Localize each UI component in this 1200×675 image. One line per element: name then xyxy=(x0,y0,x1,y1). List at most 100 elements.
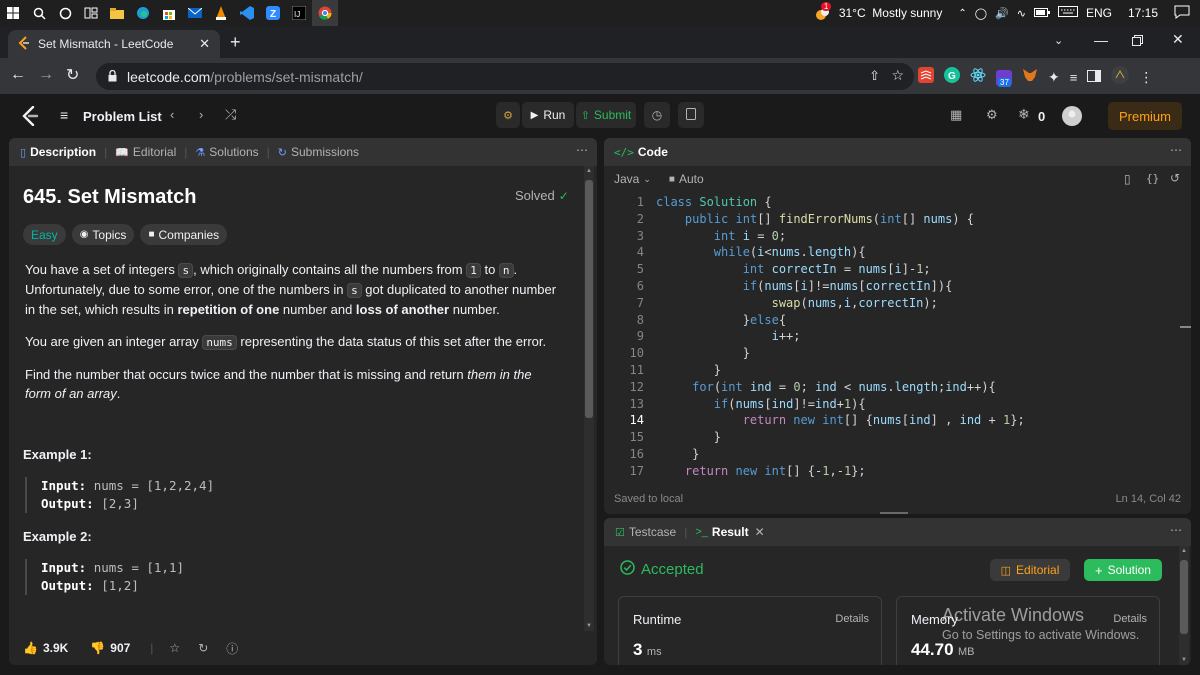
panel-more-icon[interactable]: ⋯ xyxy=(1170,523,1182,537)
vscode-icon[interactable] xyxy=(234,0,260,26)
problem-list-link[interactable]: Problem List xyxy=(83,109,162,124)
weather-text[interactable]: 31°C Mostly sunny xyxy=(839,6,943,20)
settings-gear-icon[interactable]: ⚙ xyxy=(986,107,998,123)
react-devtools-icon[interactable] xyxy=(970,67,986,88)
code-line[interactable]: return new int[] {-1,-1}; xyxy=(656,463,1176,480)
layout-icon[interactable]: ▦ xyxy=(950,107,962,123)
weather-icon[interactable]: 1 xyxy=(813,2,832,22)
file-explorer-icon[interactable] xyxy=(104,0,130,26)
user-avatar[interactable] xyxy=(1062,106,1082,131)
code-lines[interactable]: class Solution { public int[] findErrorN… xyxy=(656,194,1176,480)
notes-button[interactable] xyxy=(678,102,704,128)
chrome-menu-icon[interactable]: ⋮ xyxy=(1139,69,1153,86)
mail-icon[interactable] xyxy=(182,0,208,26)
panel-more-icon[interactable]: ⋯ xyxy=(1170,143,1182,157)
editor-scrollbar-marker[interactable] xyxy=(1180,326,1191,328)
cortana-icon[interactable] xyxy=(52,0,78,26)
todoist-extension-icon[interactable] xyxy=(918,67,934,88)
browser-tab[interactable]: Set Mismatch - LeetCode ✕ xyxy=(8,30,220,58)
lock-icon[interactable] xyxy=(108,69,117,85)
code-line[interactable]: class Solution { xyxy=(656,194,1176,211)
solution-button[interactable]: + Solution xyxy=(1084,559,1162,581)
chrome-icon[interactable] xyxy=(312,0,338,26)
code-line[interactable]: }else{ xyxy=(656,312,1176,329)
windows-start-icon[interactable] xyxy=(0,0,26,26)
next-problem-icon[interactable]: › xyxy=(199,107,203,122)
description-scrollbar[interactable]: ▲ ▼ xyxy=(584,166,594,631)
meet-now-icon[interactable]: ◯ xyxy=(975,7,987,20)
prev-problem-icon[interactable]: ‹ xyxy=(170,107,174,122)
panel-more-icon[interactable]: ⋯ xyxy=(576,143,588,157)
runtime-details-link[interactable]: Details xyxy=(835,613,869,625)
auto-save-toggle[interactable]: ■ Auto xyxy=(669,172,704,186)
code-line[interactable]: } xyxy=(656,429,1176,446)
intellij-icon[interactable]: IJ xyxy=(286,0,312,26)
share-icon[interactable]: ↻ xyxy=(198,641,208,655)
code-line[interactable]: } xyxy=(656,446,1176,463)
store-icon[interactable] xyxy=(156,0,182,26)
format-braces-icon[interactable]: {} xyxy=(1146,172,1159,185)
keyboard-icon[interactable] xyxy=(1057,6,1078,20)
edge-icon[interactable] xyxy=(130,0,156,26)
notification-icon[interactable] xyxy=(1174,5,1190,22)
scroll-down-arrow[interactable]: ▼ xyxy=(586,623,592,629)
timer-button[interactable]: ◷ xyxy=(644,102,670,128)
companies-chip[interactable]: ■ Companies xyxy=(140,224,228,245)
side-panel-icon[interactable] xyxy=(1087,69,1102,87)
vertical-resize-handle[interactable] xyxy=(880,512,908,514)
minimize-icon[interactable]: — xyxy=(1094,32,1108,48)
result-scrollbar[interactable]: ▲ ▼ xyxy=(1179,546,1189,665)
restore-icon[interactable] xyxy=(1132,33,1143,51)
close-tab-icon[interactable]: ✕ xyxy=(199,36,210,52)
leetcode-logo[interactable] xyxy=(21,105,39,131)
problem-list-icon[interactable]: ≡ xyxy=(60,107,68,123)
reset-code-icon[interactable]: ↺ xyxy=(1170,171,1180,185)
back-icon[interactable]: ← xyxy=(10,66,26,84)
code-line[interactable]: public int[] findErrorNums(int[] nums) { xyxy=(656,211,1176,228)
scrollbar-thumb[interactable] xyxy=(1180,560,1188,634)
wifi-icon[interactable]: ∿ xyxy=(1017,7,1026,20)
code-line[interactable]: } xyxy=(656,345,1176,362)
purple-extension-icon[interactable]: 37 xyxy=(996,69,1012,87)
language-indicator[interactable]: ENG xyxy=(1086,6,1112,20)
memory-card[interactable]: Memory Details 44.70 MB xyxy=(896,596,1160,665)
vlc-icon[interactable] xyxy=(208,0,234,26)
code-editor[interactable]: 1 2 3 4 5 6 7 8 9 10 11 12 13 14 15 16 17 class Solution… xyxy=(604,194,1191,484)
task-view-icon[interactable] xyxy=(78,0,104,26)
profile-avatar[interactable] xyxy=(1111,66,1130,89)
tab-editorial[interactable]: Editorial xyxy=(133,145,176,159)
volume-icon[interactable]: 🔊 xyxy=(995,7,1009,20)
editorial-button[interactable]: ◫ Editorial xyxy=(990,559,1070,581)
search-icon[interactable] xyxy=(26,0,52,26)
code-line[interactable]: if(nums[i]!=nums[correctIn]){ xyxy=(656,278,1176,295)
address-bar[interactable]: leetcode.com/problems/set-mismatch/ ⇧ ☆ xyxy=(96,63,914,90)
extensions-puzzle-icon[interactable]: ✦ xyxy=(1048,69,1060,86)
code-line[interactable]: while(i<nums.length){ xyxy=(656,244,1176,261)
favorite-star-icon[interactable]: ☆ xyxy=(169,641,180,655)
streak-fire-icon[interactable]: ❄ xyxy=(1018,106,1030,123)
dislike-count[interactable]: 907 xyxy=(110,641,130,655)
shuffle-icon[interactable]: ⤮ xyxy=(225,106,236,123)
code-line[interactable]: swap(nums,i,correctIn); xyxy=(656,295,1176,312)
tab-testcase[interactable]: Testcase xyxy=(629,525,676,539)
debug-button[interactable]: ⚙ xyxy=(496,102,520,128)
premium-button[interactable]: Premium xyxy=(1108,102,1182,130)
code-line[interactable]: } xyxy=(656,362,1176,379)
battery-icon[interactable] xyxy=(1033,6,1050,20)
tab-solutions[interactable]: Solutions xyxy=(209,145,258,159)
runtime-card[interactable]: Runtime Details 3 ms xyxy=(618,596,882,665)
bookmark-star-icon[interactable]: ☆ xyxy=(891,67,904,84)
code-line[interactable]: for(int ind = 0; ind < nums.length;ind++… xyxy=(656,379,1176,396)
like-icon[interactable]: 👍 xyxy=(23,641,38,655)
submit-button[interactable]: ⇧ Submit xyxy=(576,102,636,128)
scroll-up-arrow[interactable]: ▲ xyxy=(1181,548,1187,554)
tab-submissions[interactable]: Submissions xyxy=(291,145,359,159)
run-button[interactable]: ▶ Run xyxy=(522,102,574,128)
share-icon[interactable]: ⇧ xyxy=(869,68,880,84)
scroll-up-arrow[interactable]: ▲ xyxy=(586,168,592,174)
topics-chip[interactable]: ◉ Topics xyxy=(71,224,135,245)
code-line[interactable]: return new int[] {nums[ind] , ind + 1}; xyxy=(656,412,1176,429)
code-line[interactable]: int correctIn = nums[i]-1; xyxy=(656,261,1176,278)
memory-details-link[interactable]: Details xyxy=(1113,613,1147,625)
language-select[interactable]: Java ⌄ xyxy=(614,172,651,186)
